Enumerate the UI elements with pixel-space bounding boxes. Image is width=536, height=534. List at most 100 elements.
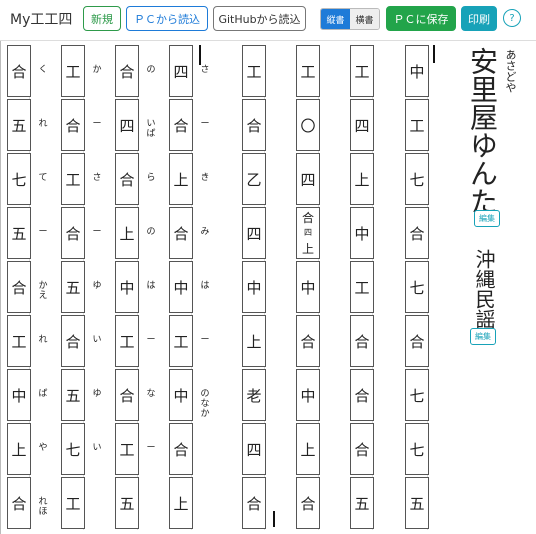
- score-cell[interactable]: 合: [169, 99, 193, 151]
- score-cell[interactable]: 五: [405, 477, 429, 529]
- vertical-mode-option[interactable]: 縦書: [321, 9, 350, 29]
- score-sheet: 中工七合七合七七五工四上中工合合合五工〇四合四上中合中上合工合乙四中上老四合四合…: [0, 41, 461, 534]
- score-cell[interactable]: 工: [61, 477, 85, 529]
- score-cell[interactable]: 工: [115, 423, 139, 475]
- score-cell[interactable]: 合: [61, 315, 85, 367]
- score-cell[interactable]: 工: [350, 261, 374, 313]
- score-cell[interactable]: 乙: [242, 153, 266, 205]
- score-cell[interactable]: 四: [242, 423, 266, 475]
- score-column: 工合乙四中上老四合: [238, 45, 292, 530]
- writing-mode-toggle[interactable]: 縦書 横書: [320, 8, 380, 30]
- score-cell[interactable]: 上: [169, 477, 193, 529]
- score-cell[interactable]: 合: [115, 45, 139, 97]
- score-cell[interactable]: 工: [7, 315, 31, 367]
- score-cell[interactable]: 七: [61, 423, 85, 475]
- score-cell[interactable]: 中: [115, 261, 139, 313]
- score-cell[interactable]: 合: [242, 477, 266, 529]
- score-cell[interactable]: 合: [7, 261, 31, 313]
- score-cell[interactable]: 工: [61, 153, 85, 205]
- score-cell[interactable]: 五: [7, 99, 31, 151]
- score-cell[interactable]: 七: [405, 153, 429, 205]
- score-cell[interactable]: 合: [115, 153, 139, 205]
- horizontal-mode-option[interactable]: 横書: [350, 9, 379, 29]
- score-cell[interactable]: 中: [296, 261, 320, 313]
- score-cell[interactable]: 四: [350, 99, 374, 151]
- score-cell[interactable]: 四: [169, 45, 193, 97]
- score-cell[interactable]: 合: [7, 45, 31, 97]
- score-cell[interactable]: 上: [169, 153, 193, 205]
- lyric-text: いば: [146, 119, 156, 139]
- lyric-text: ゆ: [92, 281, 102, 291]
- score-cell[interactable]: 七: [405, 423, 429, 475]
- score-cell[interactable]: 上: [296, 423, 320, 475]
- score-cell[interactable]: 五: [61, 369, 85, 421]
- score-cell[interactable]: 五: [350, 477, 374, 529]
- score-cell[interactable]: 工: [115, 315, 139, 367]
- score-cell[interactable]: 中: [296, 369, 320, 421]
- score-cell[interactable]: 中: [7, 369, 31, 421]
- score-cell[interactable]: 〇: [296, 99, 320, 151]
- score-cell[interactable]: 合: [169, 423, 193, 475]
- score-cell[interactable]: 五: [115, 477, 139, 529]
- edit-title-button[interactable]: 編集: [474, 210, 500, 227]
- help-icon[interactable]: ?: [503, 9, 521, 27]
- app-title: My工工四: [10, 12, 73, 28]
- lyric-text: き: [200, 173, 210, 183]
- score-cell[interactable]: 合: [115, 369, 139, 421]
- lyric-text: ー: [146, 335, 156, 345]
- score-column: 合四合上中工合工五のいばらのはーなー: [111, 45, 165, 530]
- score-cell[interactable]: 七: [405, 369, 429, 421]
- score-cell[interactable]: 合: [405, 315, 429, 367]
- score-cell[interactable]: 合: [242, 99, 266, 151]
- score-cell[interactable]: 老: [242, 369, 266, 421]
- score-column: 合五七五合工中上合くれてーかえればやれほ: [3, 45, 57, 530]
- lyric-text: れ: [38, 119, 48, 129]
- score-cell[interactable]: 中: [169, 369, 193, 421]
- edit-genre-button[interactable]: 編集: [470, 328, 496, 345]
- score-cell[interactable]: 七: [405, 261, 429, 313]
- lyric-text: ー: [200, 335, 210, 345]
- score-cell[interactable]: 工: [61, 45, 85, 97]
- cell-part: 上: [301, 242, 314, 257]
- score-cell[interactable]: 合: [61, 207, 85, 259]
- print-button[interactable]: 印刷: [461, 6, 497, 31]
- score-cell[interactable]: 中: [350, 207, 374, 259]
- score-cell[interactable]: 中: [242, 261, 266, 313]
- song-genre: 沖縄民謡: [472, 249, 496, 329]
- score-cell[interactable]: 合: [405, 207, 429, 259]
- score-cell[interactable]: 合: [61, 99, 85, 151]
- score-cell[interactable]: 工: [350, 45, 374, 97]
- load-from-pc-button[interactable]: ＰＣから読込: [126, 6, 208, 31]
- score-cell[interactable]: 工: [405, 99, 429, 151]
- score-cell[interactable]: 四: [296, 153, 320, 205]
- score-cell[interactable]: 上: [7, 423, 31, 475]
- score-cell[interactable]: 合: [350, 423, 374, 475]
- score-cell[interactable]: 四: [242, 207, 266, 259]
- score-column: 工〇四合四上中合中上合: [292, 45, 346, 530]
- load-from-github-button[interactable]: GitHubから読込: [213, 6, 306, 31]
- lyric-text: か: [92, 65, 102, 75]
- score-cell[interactable]: 合: [169, 207, 193, 259]
- score-cell[interactable]: 合: [350, 315, 374, 367]
- score-cell[interactable]: 合四上: [296, 207, 320, 259]
- score-cell[interactable]: 合: [296, 315, 320, 367]
- score-cell[interactable]: 合: [296, 477, 320, 529]
- score-cell[interactable]: 七: [7, 153, 31, 205]
- score-cell[interactable]: 上: [115, 207, 139, 259]
- score-cell[interactable]: 工: [242, 45, 266, 97]
- score-cell[interactable]: 五: [61, 261, 85, 313]
- score-cell[interactable]: 四: [115, 99, 139, 151]
- save-to-pc-button[interactable]: ＰＣに保存: [386, 6, 456, 31]
- score-cell[interactable]: 上: [242, 315, 266, 367]
- new-button[interactable]: 新規: [83, 6, 121, 31]
- cursor-up-arrow: [273, 511, 275, 527]
- lyric-text: は: [200, 281, 210, 291]
- score-cell[interactable]: 中: [405, 45, 429, 97]
- score-cell[interactable]: 中: [169, 261, 193, 313]
- score-cell[interactable]: 合: [350, 369, 374, 421]
- score-cell[interactable]: 合: [7, 477, 31, 529]
- score-cell[interactable]: 上: [350, 153, 374, 205]
- score-cell[interactable]: 工: [169, 315, 193, 367]
- score-cell[interactable]: 工: [296, 45, 320, 97]
- score-cell[interactable]: 五: [7, 207, 31, 259]
